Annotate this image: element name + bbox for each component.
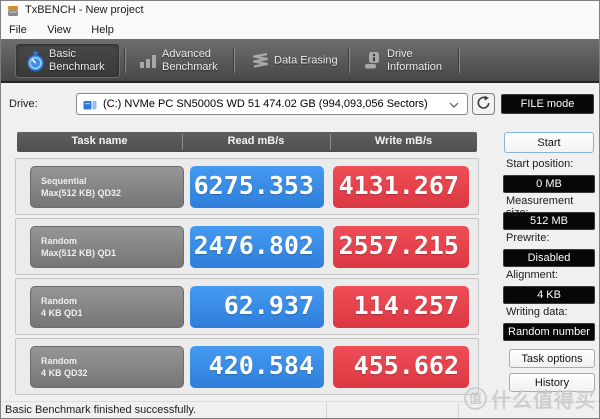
tab-bar: Basic Benchmark Advanced Benchmark Data … (1, 39, 599, 83)
setting-field: Start position: 0 MB (503, 158, 595, 195)
menu-bar: File View Help (1, 20, 599, 39)
status-message: Basic Benchmark finished successfully. (5, 404, 197, 416)
tab-label-line2: Benchmark (162, 60, 218, 73)
app-window: TxBENCH - New project File View Help Bas… (0, 0, 600, 419)
tab-separator (459, 48, 460, 73)
drive-select[interactable]: (C:) NVMe PC SN5000S WD 51 474.02 GB (99… (76, 93, 468, 115)
refresh-icon (477, 95, 490, 109)
window-title: TxBENCH - New project (25, 4, 144, 16)
task-options-button[interactable]: Task options (509, 349, 595, 368)
task-line2: Max(512 KB) QD1 (41, 248, 117, 258)
write-value-pill: 455.662 (333, 346, 469, 388)
stopwatch-icon (27, 51, 44, 72)
tab-separator (234, 48, 235, 73)
tab-drive-information[interactable]: Drive Information (354, 43, 457, 78)
menu-item[interactable]: Help (83, 22, 122, 38)
setting-value-button[interactable]: 0 MB (503, 175, 595, 193)
header-separator (182, 134, 183, 150)
setting-label: Measurement size: (506, 195, 574, 219)
status-separator (458, 403, 459, 418)
setting-label: Start position: (506, 158, 574, 170)
task-name-pill[interactable]: Random Max(512 KB) QD1 (30, 226, 184, 268)
results-table: Sequential Max(512 KB) QD32 6275.353 413… (15, 158, 479, 398)
column-header-write: Write mB/s (374, 135, 433, 147)
setting-label: Alignment: (506, 269, 558, 281)
tab-advanced-benchmark[interactable]: Advanced Benchmark (129, 43, 233, 78)
status-separator (326, 403, 327, 418)
drive-info-icon (365, 52, 379, 69)
task-line1: Sequential (41, 176, 87, 186)
tab-label-line1: Advanced (162, 47, 211, 60)
menu-item[interactable]: File (1, 22, 35, 38)
refresh-drives-button[interactable] (472, 93, 495, 115)
task-line1: Random (41, 236, 77, 246)
tab-label: Drive Information (387, 48, 442, 74)
title-bar: TxBENCH - New project (1, 1, 599, 20)
history-button[interactable]: History (509, 373, 595, 392)
tab-label-line1: Data Erasing (274, 54, 338, 66)
task-line1: Random (41, 356, 77, 366)
tab-label-line1: Basic (49, 47, 76, 60)
write-value-pill: 2557.215 (333, 226, 469, 268)
setting-value-button[interactable]: Random number (503, 323, 595, 341)
setting-field: Alignment: 4 KB (503, 269, 595, 306)
erase-icon (252, 52, 269, 68)
setting-label: Prewrite: (506, 232, 550, 244)
column-header-task: Task name (71, 135, 128, 147)
task-name-pill[interactable]: Sequential Max(512 KB) QD32 (30, 166, 184, 208)
status-bar: Basic Benchmark finished successfully. (1, 401, 599, 418)
task-line2: 4 KB QD1 (41, 308, 83, 318)
setting-field: Writing data: Random number (503, 306, 595, 343)
column-header-read: Read mB/s (227, 135, 285, 147)
read-value-pill: 420.584 (190, 346, 324, 388)
drive-icon (83, 101, 97, 110)
task-line2: Max(512 KB) QD32 (41, 188, 122, 198)
write-value-pill: 4131.267 (333, 166, 469, 208)
start-button[interactable]: Start (504, 132, 594, 153)
file-mode-button[interactable]: FILE mode (501, 94, 594, 114)
header-separator (330, 134, 331, 150)
table-row: Random 4 KB QD32 420.584 455.662 (15, 338, 479, 395)
tab-label: Advanced Benchmark (162, 48, 218, 74)
tab-label-line1: Drive (387, 47, 413, 60)
tab-label: Basic Benchmark (49, 48, 105, 74)
table-row: Random 4 KB QD1 62.937 114.257 (15, 278, 479, 335)
app-icon (8, 6, 18, 16)
read-value-pill: 62.937 (190, 286, 324, 328)
setting-field: Measurement size: 512 MB (503, 195, 595, 232)
setting-value-button[interactable]: Disabled (503, 249, 595, 267)
tab-label-line2: Information (387, 60, 443, 73)
menu-item[interactable]: View (39, 22, 79, 38)
table-row: Sequential Max(512 KB) QD32 6275.353 413… (15, 158, 479, 215)
tab-separator (125, 48, 126, 73)
tab-basic-benchmark[interactable]: Basic Benchmark (15, 43, 120, 78)
tab-data-erasing[interactable]: Data Erasing (241, 43, 346, 78)
task-name-pill[interactable]: Random 4 KB QD1 (30, 286, 184, 328)
tab-label: Data Erasing (274, 54, 338, 67)
chevron-down-icon (449, 102, 459, 108)
tab-label-line2: Benchmark (49, 60, 105, 73)
table-header: Task name Read mB/s Write mB/s (17, 132, 477, 152)
settings-panel: Start Start position: 0 MB Measurement s… (503, 132, 595, 396)
drive-value: (C:) NVMe PC SN5000S WD 51 474.02 GB (99… (103, 98, 428, 110)
task-line1: Random (41, 296, 77, 306)
task-name-pill[interactable]: Random 4 KB QD32 (30, 346, 184, 388)
setting-label: Writing data: (506, 306, 568, 318)
tab-separator (349, 48, 350, 73)
table-row: Random Max(512 KB) QD1 2476.802 2557.215 (15, 218, 479, 275)
setting-field: Prewrite: Disabled (503, 232, 595, 269)
bar-chart-icon (140, 55, 156, 68)
setting-value-button[interactable]: 4 KB (503, 286, 595, 304)
read-value-pill: 2476.802 (190, 226, 324, 268)
drive-label: Drive: (9, 98, 38, 110)
task-line2: 4 KB QD32 (41, 368, 88, 378)
read-value-pill: 6275.353 (190, 166, 324, 208)
write-value-pill: 114.257 (333, 286, 469, 328)
